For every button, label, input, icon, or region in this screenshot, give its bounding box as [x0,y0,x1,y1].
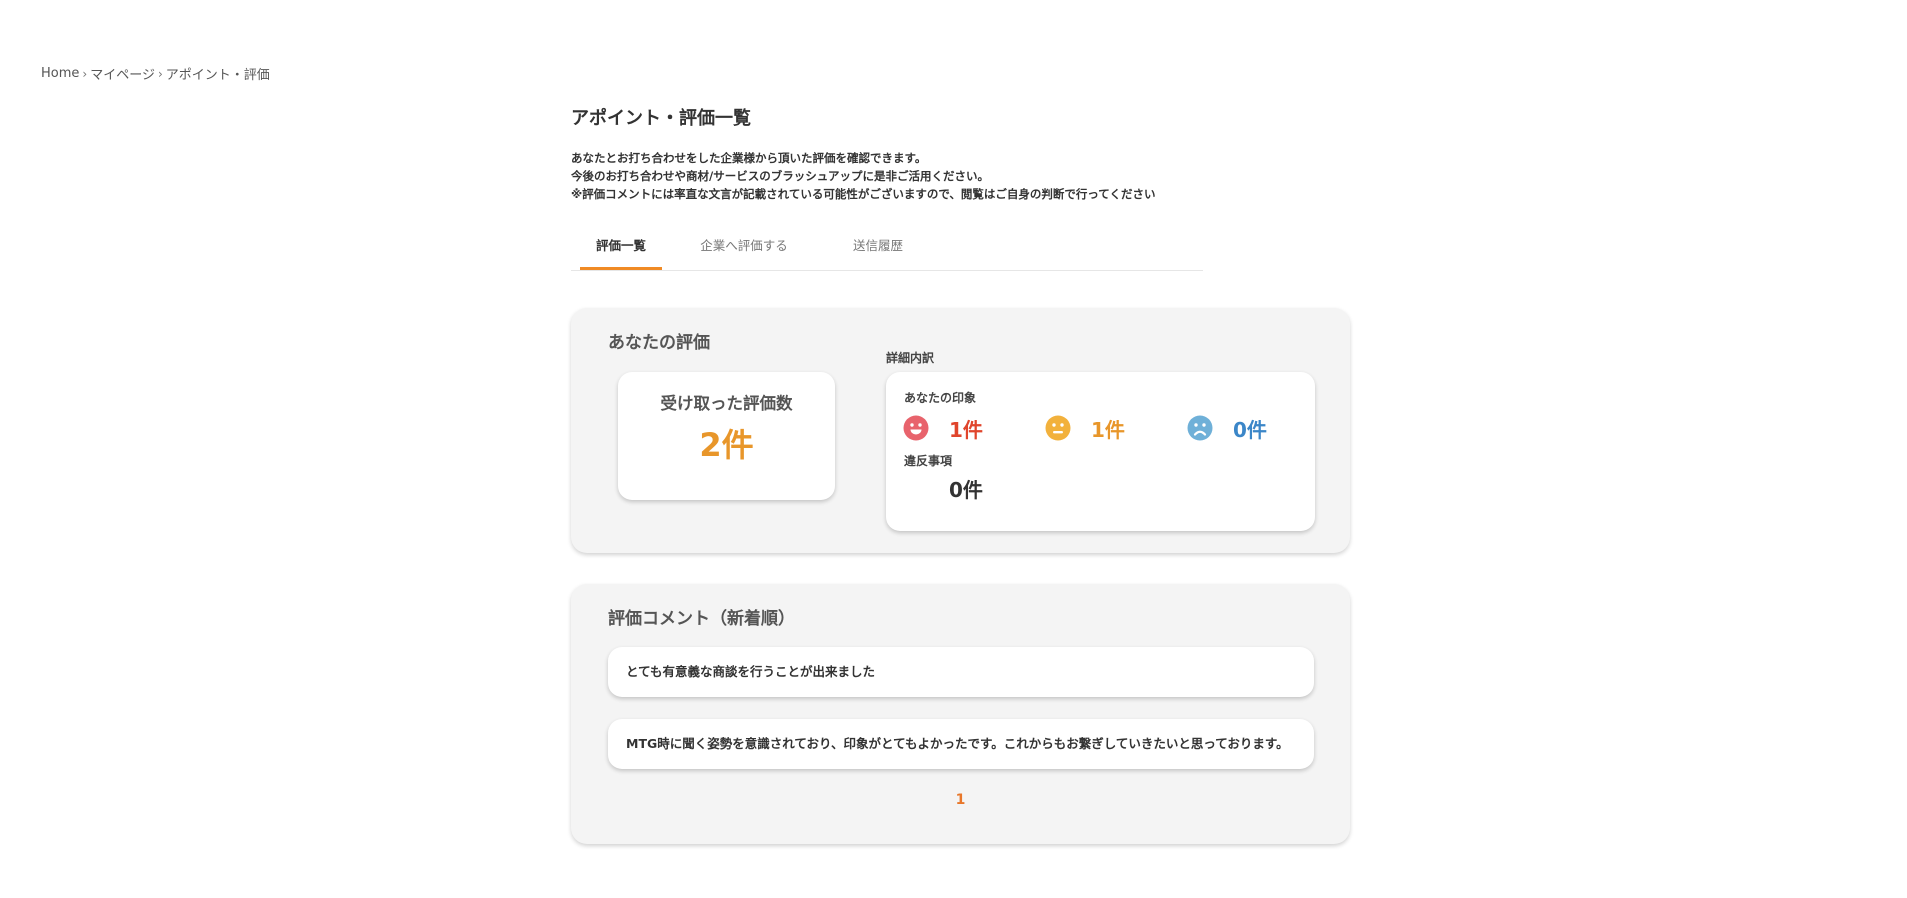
pagination: 1 [571,789,1350,808]
detail-breakdown-box: あなたの印象 1件 1件 0件 違反事項 0件 [886,372,1315,531]
impression-negative: 0件 [1187,412,1267,444]
impression-label: あなたの印象 [904,391,977,405]
tab-bar: 評価一覧 企業へ評価する 送信履歴 [571,230,1203,271]
description-line: あなたとお打ち合わせをした企業様から頂いた評価を確認できます。 [571,151,927,165]
sad-face-icon [1187,415,1213,441]
happy-face-icon [903,415,929,441]
breadcrumb-separator: › [157,66,163,81]
breadcrumb-current: アポイント・評価 [165,68,270,83]
comment-item: MTG時に聞く姿勢を意識されており、印象がとてもよかったです。これからもお繋ぎし… [608,719,1314,769]
tab-send-history[interactable]: 送信履歴 [843,230,913,269]
breadcrumb-mypage-link[interactable]: マイページ [90,64,155,83]
impression-positive: 1件 [903,412,983,444]
tab-evaluation-list[interactable]: 評価一覧 [580,230,662,270]
page-description: あなたとお打ち合わせをした企業様から頂いた評価を確認できます。 今後のお打ち合わ… [571,149,1155,203]
received-label: 受け取った評価数 [660,394,793,413]
page-title: アポイント・評価一覧 [571,108,751,129]
description-line: 今後のお打ち合わせや商材/サービスのブラッシュアップに是非ご活用ください。 [571,169,989,183]
evaluation-card: あなたの評価 受け取った評価数 2件 詳細内訳 あなたの印象 1件 1件 0件 … [571,308,1350,553]
breadcrumb: Home › マイページ › アポイント・評価 [41,64,270,83]
tab-evaluate-company[interactable]: 企業へ評価する [688,230,800,269]
violation-count: 0件 [949,478,983,502]
comments-card: 評価コメント（新着順） とても有意義な商談を行うことが出来ました MTG時に聞く… [571,584,1350,844]
impression-row: 1件 1件 0件 [903,412,1303,444]
breadcrumb-separator: › [82,66,88,81]
neutral-face-icon [1045,415,1071,441]
detail-label: 詳細内訳 [886,351,935,365]
evaluation-title: あなたの評価 [608,333,710,353]
received-count: 2件 [699,426,754,464]
received-count-box: 受け取った評価数 2件 [618,372,835,500]
negative-count: 0件 [1233,417,1267,442]
positive-count: 1件 [949,417,983,442]
description-line: ※評価コメントには率直な文言が記載されている可能性がございますので、閲覧はご自身… [571,187,1156,201]
breadcrumb-home-link[interactable]: Home [41,66,79,81]
comment-item: とても有意義な商談を行うことが出来ました [608,647,1314,697]
neutral-count: 1件 [1091,417,1125,442]
violation-label: 違反事項 [904,454,953,468]
page-number-current[interactable]: 1 [956,792,966,808]
impression-neutral: 1件 [1045,412,1125,444]
comments-title: 評価コメント（新着順） [608,609,795,629]
